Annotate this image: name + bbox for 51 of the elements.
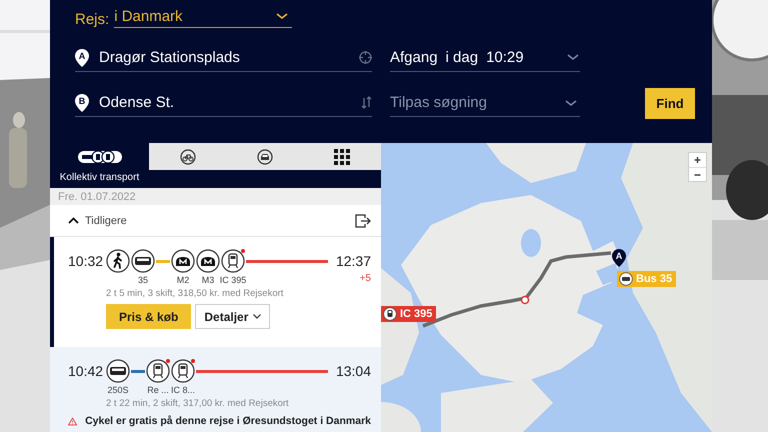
transit-icon	[78, 148, 122, 164]
journey-card[interactable]: 10:42 250S Re ... IC 8... 13:04 2 t 22 min, 2 skift, 317,00 kr. med Rejsekort Cykel er gratis på denne rejse i Øresundstoget i Danmark	[50, 347, 381, 432]
trip-select[interactable]: i Danmark	[114, 8, 292, 28]
line-label: 250S	[107, 385, 129, 395]
customize-field[interactable]: Tilpas søgning	[390, 89, 580, 117]
mode-tab[interactable]	[304, 143, 381, 170]
notice-text: Cykel er gratis på denne rejse i Øresundstoget i Danmark	[85, 415, 371, 427]
departure-time: 10:32	[68, 252, 104, 271]
delay-text: +5	[360, 273, 371, 285]
mode-tab[interactable]	[149, 143, 226, 170]
trip-label: Rejs:	[75, 11, 110, 28]
price-button[interactable]: Pris & køb	[106, 304, 192, 329]
chevron-icon	[253, 314, 262, 319]
car-icon	[256, 148, 273, 164]
grid-icon	[334, 148, 350, 164]
location-pin: B	[75, 94, 89, 112]
location-pin: A	[75, 48, 89, 66]
start-pin: A	[612, 249, 626, 267]
find-button[interactable]: Find	[645, 88, 695, 119]
departure-time: 10:42	[68, 362, 104, 381]
journey-summary: 2 t 22 min, 2 skift, 317,00 kr. med Rejsekort	[106, 398, 290, 409]
departure-field[interactable]: Afgang i dag 10:29	[390, 44, 580, 72]
train-icon	[383, 307, 397, 321]
chevron-icon	[567, 54, 580, 61]
line-label: IC 395	[220, 275, 246, 285]
date-header: Fre. 01.07.2022	[50, 188, 381, 205]
swap-icon	[361, 96, 372, 109]
locate-icon	[359, 51, 372, 64]
details-button[interactable]: Detaljer	[195, 304, 270, 329]
route-marker[interactable]: IC 395	[381, 306, 436, 322]
chevron-icon	[276, 13, 288, 20]
line-label: M3	[202, 275, 214, 285]
arrival-time: 12:37	[336, 252, 371, 271]
line-label: Re ...	[147, 385, 169, 395]
train-icon	[171, 359, 195, 383]
train-icon	[146, 359, 170, 383]
bike-icon	[180, 148, 196, 164]
chevron-icon	[68, 217, 79, 224]
warning-icon	[68, 416, 78, 426]
bus-icon	[619, 272, 633, 286]
to-field[interactable]: B Odense St.	[75, 89, 372, 117]
line-label: 35	[138, 275, 148, 285]
chevron-icon	[565, 100, 578, 107]
arrival-time: 13:04	[336, 362, 371, 381]
journey-summary: 2 t 5 min, 3 skift, 318,50 kr. med Rejsekort	[106, 288, 284, 299]
from-field[interactable]: A Dragør Stationsplads	[75, 44, 372, 72]
exit-icon[interactable]	[355, 214, 371, 228]
line-label: M2	[176, 275, 190, 285]
line-label: IC 8...	[171, 385, 196, 395]
train-icon	[221, 249, 245, 273]
earlier-link[interactable]: Tidligere	[68, 214, 127, 226]
